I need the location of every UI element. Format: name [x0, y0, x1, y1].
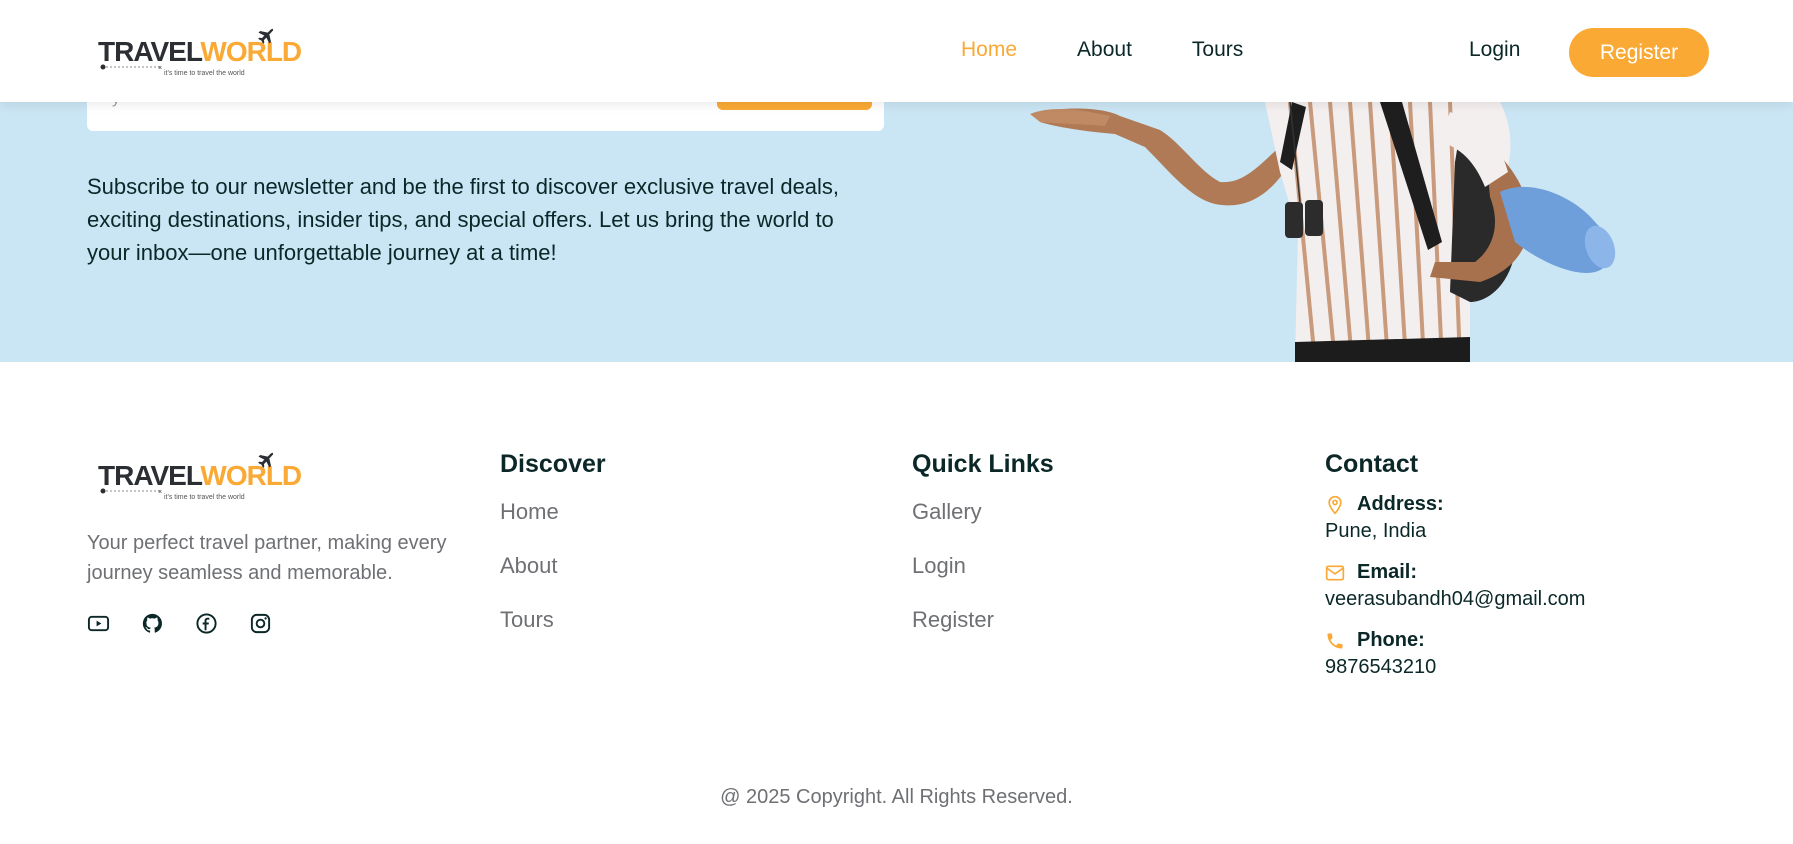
- newsletter-subscribe-button[interactable]: [717, 102, 872, 110]
- location-pin-icon: [1325, 495, 1345, 515]
- quick-link-gallery[interactable]: Gallery: [912, 499, 1054, 525]
- discover-link-home[interactable]: Home: [500, 499, 606, 525]
- address-value: Pune, India: [1325, 520, 1427, 542]
- site-header: TRAVELWORLD it's time to travel the worl…: [0, 0, 1793, 102]
- newsletter-email-input[interactable]: y: [87, 102, 884, 131]
- site-footer: TRAVELWORLD it's time to travel the worl…: [0, 362, 1793, 844]
- logo-flight-path: ×: [100, 64, 162, 71]
- github-icon[interactable]: [141, 612, 164, 635]
- logo-part2: WORLD: [200, 36, 302, 67]
- contact-phone: Phone: 9876543210: [1325, 629, 1585, 679]
- contact-heading: Contact: [1325, 450, 1419, 478]
- nav-home[interactable]: Home: [961, 38, 1017, 62]
- footer-airplane-icon: [258, 452, 274, 468]
- youtube-icon[interactable]: [87, 612, 110, 635]
- discover-link-about[interactable]: About: [500, 553, 606, 579]
- email-value: veerasubandh04@gmail.com: [1325, 588, 1586, 610]
- airplane-icon: [258, 28, 274, 44]
- footer-contact: Contact Address: Pune, India Email: veer…: [1325, 450, 1585, 697]
- phone-label: Phone:: [1357, 629, 1425, 651]
- quick-links-heading: Quick Links: [912, 450, 1054, 478]
- quick-link-register[interactable]: Register: [912, 607, 1054, 633]
- site-logo[interactable]: TRAVELWORLD it's time to travel the worl…: [98, 28, 302, 82]
- address-label: Address:: [1357, 493, 1444, 515]
- svg-text:×: ×: [158, 489, 162, 495]
- social-links: [87, 612, 272, 635]
- contact-email: Email: veerasubandh04@gmail.com: [1325, 561, 1585, 611]
- footer-logo-part2: WORLD: [200, 460, 302, 491]
- instagram-icon[interactable]: [249, 612, 272, 635]
- newsletter-section: y Subscribe to our newsletter and be the…: [0, 102, 1793, 362]
- phone-value: 9876543210: [1325, 656, 1437, 678]
- svg-text:×: ×: [158, 65, 162, 71]
- copyright-text: @ 2025 Copyright. All Rights Reserved.: [720, 786, 1073, 808]
- main-nav: Home About Tours: [961, 38, 1243, 62]
- login-button[interactable]: Login: [1469, 38, 1520, 62]
- nav-tours[interactable]: Tours: [1192, 38, 1243, 62]
- footer-logo-tagline: it's time to travel the world: [164, 494, 245, 501]
- discover-heading: Discover: [500, 450, 606, 478]
- footer-logo[interactable]: TRAVELWORLD it's time to travel the worl…: [98, 452, 302, 506]
- discover-link-tours[interactable]: Tours: [500, 607, 606, 633]
- logo-tagline: it's time to travel the world: [164, 70, 245, 77]
- newsletter-description: Subscribe to our newsletter and be the f…: [87, 174, 840, 265]
- quick-link-login[interactable]: Login: [912, 553, 1054, 579]
- phone-icon: [1325, 631, 1345, 651]
- register-button[interactable]: Register: [1569, 28, 1709, 77]
- contact-address: Address: Pune, India: [1325, 493, 1585, 543]
- footer-discover: Discover Home About Tours: [500, 450, 606, 661]
- footer-quick-links: Quick Links Gallery Login Register: [912, 450, 1054, 661]
- newsletter-input-placeholder: y: [112, 102, 120, 108]
- email-label: Email:: [1357, 561, 1418, 583]
- mail-icon: [1325, 563, 1345, 583]
- footer-logo-flight-path: ×: [100, 488, 162, 495]
- traveler-image: [1030, 102, 1616, 362]
- facebook-icon[interactable]: [195, 612, 218, 635]
- nav-about[interactable]: About: [1077, 38, 1132, 62]
- footer-about-text: Your perfect travel partner, making ever…: [87, 532, 447, 584]
